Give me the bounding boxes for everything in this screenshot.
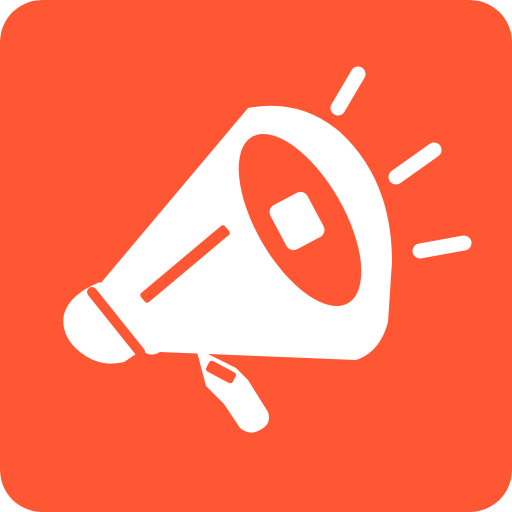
megaphone-icon	[0, 0, 512, 512]
sound-wave-bottom	[412, 235, 472, 259]
app-icon[interactable]	[0, 0, 512, 512]
